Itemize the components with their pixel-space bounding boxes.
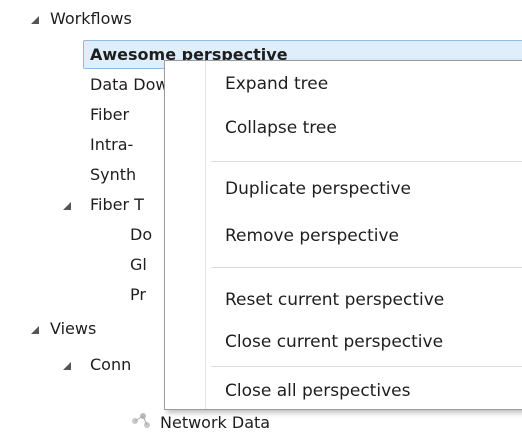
tree-node-label: Workflows [50,9,132,28]
menu-separator [211,366,522,367]
tree-node-label: Conn [90,355,132,374]
menu-separator [211,161,522,162]
menu-item-close-all-perspectives[interactable]: Close all perspectives [225,376,410,406]
expanded-arrow-icon[interactable] [62,201,72,211]
context-menu: Expand tree Collapse tree Duplicate pers… [164,60,522,410]
menu-icon-gutter [205,61,206,409]
menu-item-duplicate-perspective[interactable]: Duplicate perspective [225,174,411,204]
expanded-arrow-icon[interactable] [30,325,40,335]
expanded-arrow-icon[interactable] [30,15,40,25]
tree-node-label: Pr [130,285,146,304]
expanded-arrow-icon[interactable] [62,361,72,371]
network-node-icon [130,411,154,431]
tree-node-label: Fiber [90,105,130,124]
tree-node-label: Do [130,225,153,244]
tree-node-workflows[interactable]: Workflows [30,4,230,34]
tree-node-label: Gl [130,255,147,274]
menu-item-expand-tree[interactable]: Expand tree [225,69,328,99]
menu-item-reset-current-perspective[interactable]: Reset current perspective [225,285,444,315]
menu-item-collapse-tree[interactable]: Collapse tree [225,113,337,143]
tree-node-label: Views [50,319,97,338]
tree-node-label: Network Data [160,413,271,432]
tree-node-label: Fiber T [90,195,144,214]
tree-node-label: Synth [90,165,137,184]
menu-separator [211,267,522,268]
menu-item-close-current-perspective[interactable]: Close current perspective [225,327,443,357]
menu-item-remove-perspective[interactable]: Remove perspective [225,221,399,251]
tree-node-label: Intra- [90,135,134,154]
